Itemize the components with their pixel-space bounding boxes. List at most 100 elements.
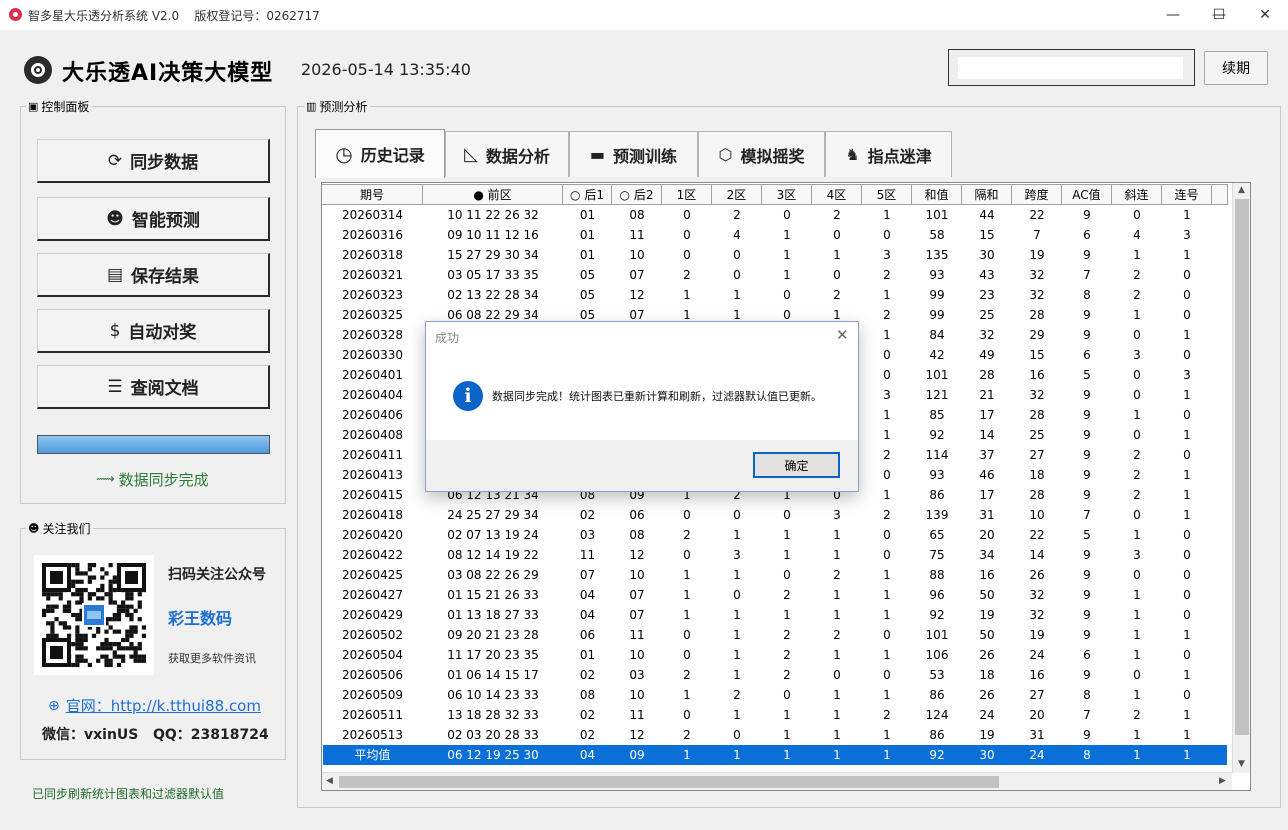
horizontal-scroll-thumb[interactable] (339, 776, 999, 788)
table-cell: 2 (1133, 448, 1141, 462)
column-header[interactable]: 3区 (762, 184, 812, 205)
table-cell: 2 (1133, 268, 1141, 282)
horizontal-scrollbar[interactable]: ◀ ▶ (322, 772, 1232, 790)
scroll-down-icon[interactable]: ▼ (1238, 759, 1245, 769)
table-cell: 4 (1133, 228, 1141, 242)
minimize-icon[interactable]: — (1150, 0, 1196, 30)
table-cell: 20260425 (341, 568, 404, 582)
column-header[interactable]: 和值 (912, 184, 962, 205)
table-cell: 06 12 19 25 30 (447, 748, 539, 762)
table-cell: 25 (1029, 428, 1045, 442)
table-cell: 28 (1029, 308, 1045, 322)
column-header[interactable]: 斜连 (1112, 184, 1162, 205)
table-cell: 93 (929, 468, 945, 482)
table-cell: 2 (683, 668, 691, 682)
table-cell: 9 (1083, 428, 1091, 442)
column-header[interactable]: 跨度 (1012, 184, 1062, 205)
table-cell: 2 (833, 568, 841, 582)
table-cell: 10 (629, 688, 645, 702)
ok-button[interactable]: 确定 (753, 452, 840, 478)
table-cell: 9 (1083, 588, 1091, 602)
column-header[interactable]: 期号 (322, 184, 423, 205)
table-cell: 1 (683, 608, 691, 622)
table-cell: 28 (1029, 408, 1045, 422)
table-cell: 2 (733, 208, 741, 222)
table-cell: 17 (979, 488, 995, 502)
table-cell: 19 (1029, 248, 1045, 262)
table-cell: 5 (1083, 368, 1091, 382)
table-cell: 02 13 22 28 34 (447, 288, 539, 302)
table-cell: 32 (1029, 388, 1045, 402)
table-cell: 1 (833, 708, 841, 722)
table-cell: 2 (833, 288, 841, 302)
column-header[interactable]: 2区 (712, 184, 762, 205)
table-cell: 5 (1083, 528, 1091, 542)
docs-button[interactable]: ☰ 查阅文档 (37, 365, 270, 409)
table-cell: 1 (1133, 688, 1141, 702)
logo-icon (24, 56, 52, 84)
table-cell: 1 (733, 288, 741, 302)
table-cell: 07 (629, 588, 645, 602)
column-header[interactable]: ○ 后1 (563, 184, 612, 205)
table-cell: 24 (979, 708, 995, 722)
table-cell: 1 (833, 728, 841, 742)
sync-data-button[interactable]: ⟳ 同步数据 (37, 139, 270, 183)
website-link[interactable]: ⊕ 官网：http://k.tthui88.com (48, 695, 261, 716)
table-cell: 9 (1083, 548, 1091, 562)
table-cell: 101 (925, 628, 949, 642)
vertical-scroll-thumb[interactable] (1235, 199, 1249, 735)
table-cell: 6 (1083, 648, 1091, 662)
table-cell: 14 (979, 428, 995, 442)
table-cell: 0 (1183, 408, 1191, 422)
scroll-left-icon[interactable]: ◀ (326, 776, 333, 786)
column-header[interactable]: 1区 (662, 184, 712, 205)
table-cell: 1 (783, 228, 791, 242)
table-cell: 42 (929, 348, 945, 362)
column-header[interactable]: 4区 (812, 184, 862, 205)
column-header[interactable]: 5区 (862, 184, 912, 205)
auto-check-button[interactable]: $ 自动对奖 (37, 309, 270, 353)
maximize-button[interactable]: ☐ (1196, 0, 1242, 30)
table-cell: 15 27 29 30 34 (447, 248, 539, 262)
table-cell: 2 (883, 268, 891, 282)
column-header[interactable]: 连号 (1162, 184, 1212, 205)
table-cell: 20260504 (341, 648, 404, 662)
table-cell: 0 (883, 528, 891, 542)
table-cell: 85 (929, 408, 945, 422)
table-cell: 1 (1133, 648, 1141, 662)
scroll-up-icon[interactable]: ▲ (1238, 185, 1245, 195)
table-cell: 03 (579, 528, 596, 542)
table-cell: 1 (1183, 728, 1191, 742)
save-result-button[interactable]: ▤ 保存结果 (37, 253, 270, 297)
smart-predict-button[interactable]: ☻ 智能预测 (37, 197, 270, 241)
table-cell: 0 (1183, 548, 1191, 562)
tab-training[interactable]: ▬ 预测训练 (569, 131, 698, 177)
table-cell: 7 (1083, 708, 1091, 722)
table-cell: 1 (1183, 628, 1191, 642)
table-cell: 06 (629, 508, 645, 522)
license-input[interactable] (958, 57, 1183, 79)
dialog-close-icon[interactable]: ✕ (836, 326, 849, 344)
table-cell: 0 (683, 648, 691, 662)
tab-guidance[interactable]: ♞ 指点迷津 (825, 131, 952, 177)
table-cell: 07 (579, 568, 596, 582)
table-cell: 3 (733, 548, 741, 562)
table-cell: 0 (883, 348, 891, 362)
close-button[interactable]: ✕ (1242, 0, 1288, 30)
column-header[interactable]: ● 前区 (423, 184, 563, 205)
table-cell: 135 (925, 248, 949, 262)
tab-data-analysis[interactable]: ◺ 数据分析 (445, 131, 569, 177)
column-header[interactable]: 隔和 (962, 184, 1012, 205)
table-cell: 12 (629, 728, 645, 742)
tab-history[interactable]: ◷ 历史记录 (315, 129, 445, 178)
table-cell: 07 (629, 268, 645, 282)
column-header[interactable]: AC值 (1062, 184, 1112, 205)
vertical-scrollbar[interactable]: ▲ ▼ (1232, 183, 1250, 773)
tab-simulate[interactable]: ⬡ 模拟摇奖 (698, 131, 825, 177)
renew-button[interactable]: 续期 (1204, 51, 1268, 85)
scroll-right-icon[interactable]: ▶ (1219, 776, 1226, 786)
sync-status: ⟿ 数据同步完成 (96, 471, 209, 489)
column-header[interactable]: ○ 后2 (612, 184, 662, 205)
table-cell: 0 (1183, 348, 1191, 362)
table-cell: 1 (683, 568, 691, 582)
